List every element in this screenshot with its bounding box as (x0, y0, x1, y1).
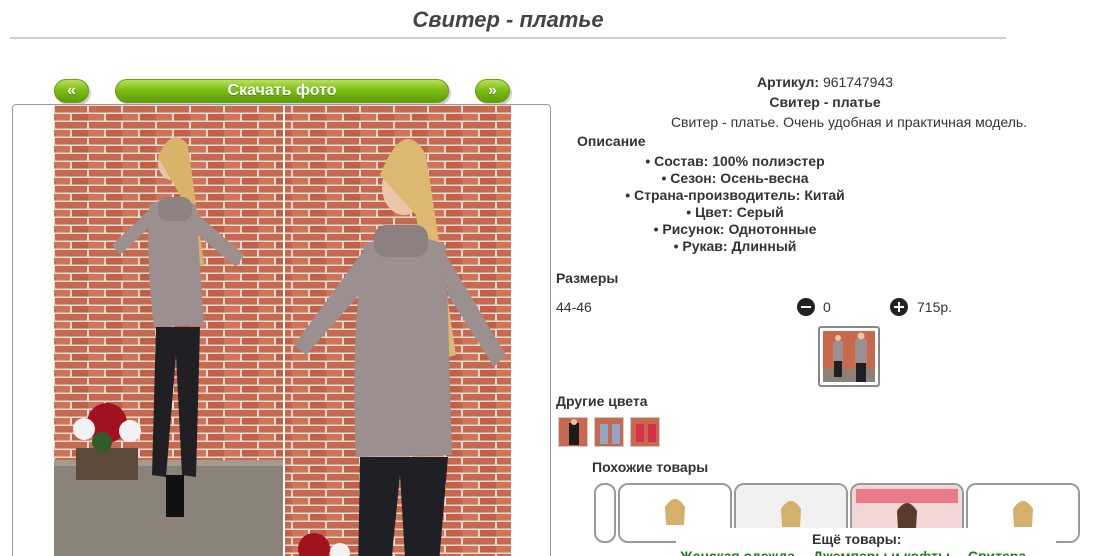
more-link[interactable]: Свитера (968, 548, 1026, 556)
main-product-photo[interactable] (54, 105, 511, 556)
article-value: 961747943 (822, 74, 894, 90)
more-link[interactable]: Женская одежда (680, 548, 795, 556)
spec-item: Страна-производитель: Китай (556, 187, 914, 204)
spec-item: Рукав: Длинный (556, 238, 914, 255)
main-photo-frame (12, 104, 551, 556)
product-description: Свитер - платье. Очень удобная и практич… (670, 114, 1028, 130)
color-variant-thumbnail[interactable] (630, 417, 660, 447)
spec-item: Рисунок: Однотонные (556, 221, 914, 238)
similar-products-heading: Похожие товары (592, 459, 709, 475)
spec-item: Состав: 100% полиэстер (556, 153, 914, 170)
color-variant-thumbnail[interactable] (558, 417, 588, 447)
sizes-heading: Размеры (556, 270, 619, 286)
spec-item: Цвет: Серый (556, 204, 914, 221)
more-products-heading: Ещё товары: (812, 531, 902, 547)
similar-product-card[interactable] (594, 483, 616, 543)
title-divider (10, 37, 1006, 39)
page-title: Свитер - платье (412, 7, 604, 32)
description-heading: Описание (577, 133, 646, 149)
article-label: Артикул: (756, 74, 820, 90)
size-price: 715р. (917, 299, 953, 315)
more-products-links: Женская одежда Джемперы и кофты Свитера (680, 548, 1040, 556)
size-label: 44-46 (556, 299, 592, 315)
product-info: Артикул: 961747943 Свитер - платье (556, 72, 1094, 112)
minus-icon[interactable] (797, 298, 815, 316)
more-link[interactable]: Джемперы и кофты (813, 548, 950, 556)
next-photo-button[interactable]: » (475, 79, 510, 103)
prev-photo-button[interactable]: « (54, 79, 89, 103)
article-row: Артикул: 961747943 (556, 72, 1094, 92)
download-photo-button[interactable]: Скачать фото (115, 79, 449, 103)
quantity-value: 0 (823, 299, 831, 315)
size-thumbnail[interactable] (818, 326, 880, 387)
plus-icon[interactable] (890, 298, 908, 316)
other-colors-heading: Другие цвета (556, 393, 648, 409)
spec-item: Сезон: Осень-весна (556, 170, 914, 187)
spec-list: Состав: 100% полиэстер Сезон: Осень-весн… (556, 153, 914, 255)
color-variant-thumbnail[interactable] (594, 417, 624, 447)
product-name: Свитер - платье (769, 94, 881, 110)
